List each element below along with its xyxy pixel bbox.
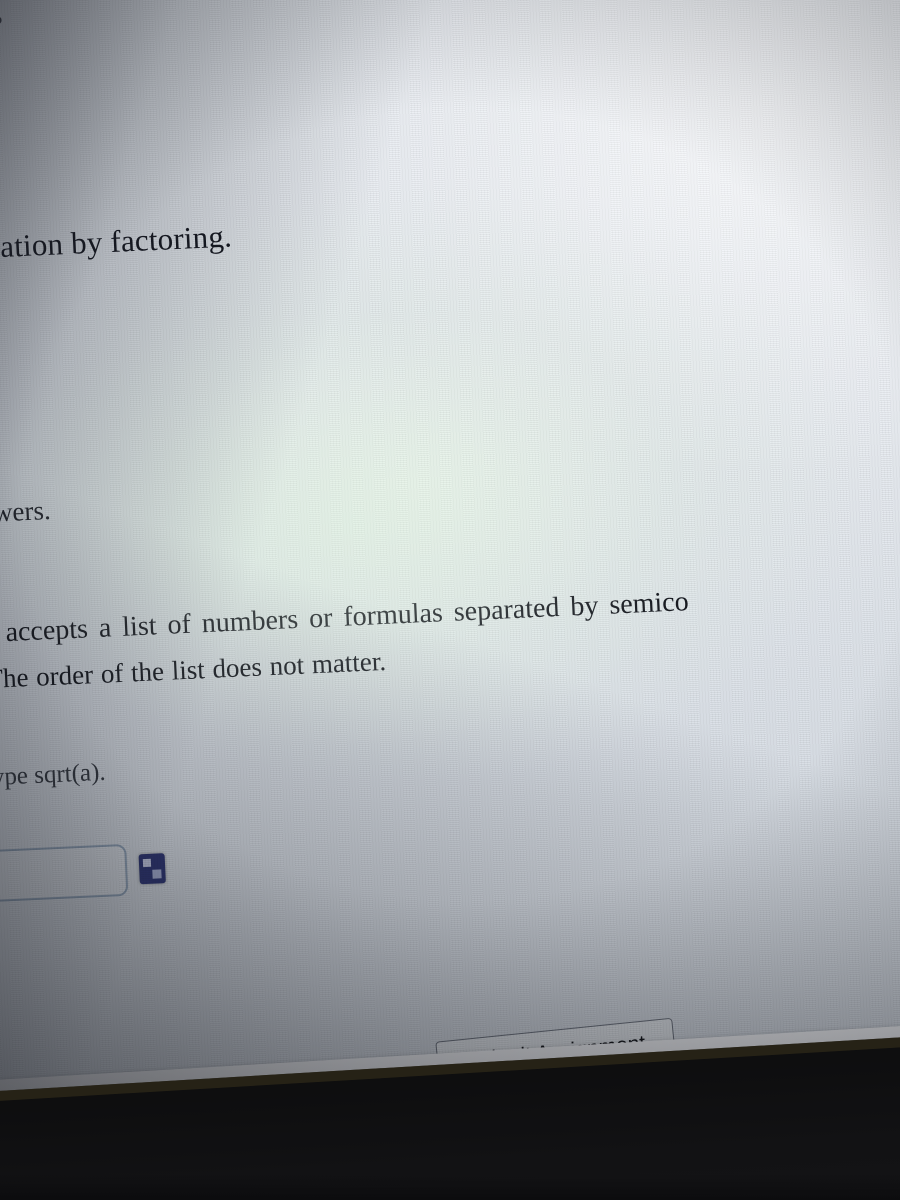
instructions-line-2: . The order of the list does not matter.: [0, 645, 387, 695]
sqrt-hint: type sqrt(a).: [0, 758, 107, 792]
answers-instruction: nswers.: [0, 494, 52, 529]
question-prompt: equation by factoring.: [0, 218, 233, 267]
answer-input[interactable]: [0, 843, 129, 907]
laptop-screen-surface: rial? rces equation by factoring. x2+4x−…: [0, 0, 900, 1200]
breadcrumb-item-tutorial[interactable]: rial?: [0, 13, 3, 39]
equation-editor-icon[interactable]: [138, 853, 166, 885]
instructions-line-1: w accepts a list of numbers or formulas …: [0, 586, 690, 650]
laptop-screen-photo: rial? rces equation by factoring. x2+4x−…: [0, 0, 900, 1200]
answer-row: [0, 841, 188, 907]
assignment-page: rial? rces equation by factoring. x2+4x−…: [0, 0, 900, 1200]
